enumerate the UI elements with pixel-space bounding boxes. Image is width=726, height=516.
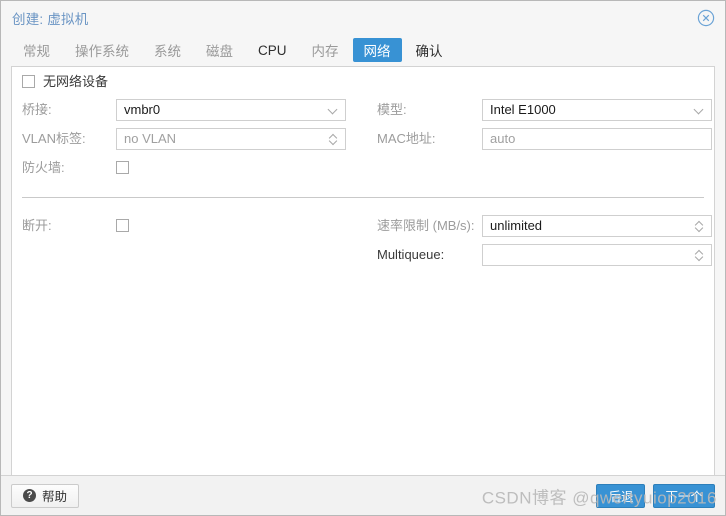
back-button-label: 后退 xyxy=(608,490,634,504)
spinner-icon[interactable] xyxy=(326,129,340,149)
back-button[interactable]: 后退 xyxy=(596,483,646,508)
bridge-value: vmbr0 xyxy=(124,102,161,117)
mac-address-value: auto xyxy=(490,131,516,146)
row-multiqueue: Multiqueue: xyxy=(372,240,714,269)
model-value: Intel E1000 xyxy=(490,102,556,117)
row-rate-limit: 速率限制 (MB/s): unlimited xyxy=(372,211,714,240)
rate-limit-spinner[interactable]: unlimited xyxy=(482,214,712,237)
model-label: 模型: xyxy=(377,102,407,117)
disconnect-label: 断开: xyxy=(22,218,52,233)
footer-action-buttons: 后退 下一个 xyxy=(596,476,715,515)
rate-limit-label: 速率限制 (MB/s): xyxy=(377,218,475,233)
multiqueue-label: Multiqueue: xyxy=(377,247,445,262)
tab-network[interactable]: 网络 xyxy=(352,38,402,62)
chevron-down-icon[interactable] xyxy=(692,100,706,120)
help-button-label: 帮助 xyxy=(42,490,68,504)
dialog-title: 创建: 虚拟机 xyxy=(12,11,89,27)
chevron-down-icon[interactable] xyxy=(326,100,340,120)
form-column-left: 无网络设备 桥接: vmbr0 VLAN标签: no VLAN 防火墙: 断开: xyxy=(12,67,372,240)
row-disconnect: 断开: xyxy=(12,211,372,240)
row-model: 模型: Intel E1000 xyxy=(372,95,714,124)
tab-system[interactable]: 系统 xyxy=(143,38,192,62)
spinner-icon[interactable] xyxy=(692,245,706,265)
rate-limit-value: unlimited xyxy=(490,218,543,233)
tab-memory[interactable]: 内存 xyxy=(301,38,350,62)
tab-confirm[interactable]: 确认 xyxy=(405,38,454,62)
tab-disks[interactable]: 磁盘 xyxy=(195,38,244,62)
row-bridge: 桥接: vmbr0 xyxy=(12,95,372,124)
firewall-checkbox[interactable] xyxy=(116,161,129,174)
create-vm-dialog: 创建: 虚拟机 常规 操作系统 系统 磁盘 CPU 内存 网络 确认 无网络设备 xyxy=(0,0,726,516)
panel-wrapper: 无网络设备 桥接: vmbr0 VLAN标签: no VLAN 防火墙: 断开:… xyxy=(1,66,725,475)
no-network-device-label: 无网络设备 xyxy=(43,73,109,89)
wizard-tabbar: 常规 操作系统 系统 磁盘 CPU 内存 网络 确认 xyxy=(1,34,725,66)
disconnect-checkbox[interactable] xyxy=(116,219,129,232)
model-combobox[interactable]: Intel E1000 xyxy=(482,98,712,121)
row-no-network-device: 无网络设备 xyxy=(12,67,372,95)
row-firewall: 防火墙: xyxy=(12,153,372,182)
network-form: 无网络设备 桥接: vmbr0 VLAN标签: no VLAN 防火墙: 断开:… xyxy=(12,67,714,475)
form-column-right: 模型: Intel E1000 MAC地址: auto 速率限制 (MB/s):… xyxy=(372,67,714,269)
close-icon[interactable] xyxy=(697,9,715,27)
tab-cpu[interactable]: CPU xyxy=(247,38,298,62)
vlan-tag-value: no VLAN xyxy=(124,131,177,146)
row-spacer-right-2 xyxy=(372,153,714,182)
bridge-label: 桥接: xyxy=(22,102,52,117)
network-form-panel: 无网络设备 桥接: vmbr0 VLAN标签: no VLAN 防火墙: 断开:… xyxy=(11,66,715,475)
vlan-tag-label: VLAN标签: xyxy=(22,131,86,146)
tab-general[interactable]: 常规 xyxy=(12,38,61,62)
help-button[interactable]: ? 帮助 xyxy=(11,483,80,508)
mac-address-label: MAC地址: xyxy=(377,131,436,146)
next-button-label: 下一个 xyxy=(665,490,703,504)
row-vlan-tag: VLAN标签: no VLAN xyxy=(12,124,372,153)
mac-address-input[interactable]: auto xyxy=(482,127,712,150)
next-button[interactable]: 下一个 xyxy=(653,483,715,508)
vlan-tag-spinner[interactable]: no VLAN xyxy=(116,127,346,150)
multiqueue-spinner[interactable] xyxy=(482,243,712,266)
firewall-label: 防火墙: xyxy=(22,160,65,175)
row-mac-address: MAC地址: auto xyxy=(372,124,714,153)
bridge-combobox[interactable]: vmbr0 xyxy=(116,98,346,121)
dialog-titlebar: 创建: 虚拟机 xyxy=(1,1,725,34)
tab-os[interactable]: 操作系统 xyxy=(64,38,140,62)
no-network-device-checkbox[interactable] xyxy=(22,74,35,88)
question-mark-icon: ? xyxy=(23,489,36,502)
row-spacer-right xyxy=(372,67,714,95)
dialog-footer: ? 帮助 后退 下一个 CSDN博客 @qwertyuiop2016 xyxy=(1,475,725,515)
form-section-divider xyxy=(22,197,704,198)
spinner-icon[interactable] xyxy=(692,216,706,236)
